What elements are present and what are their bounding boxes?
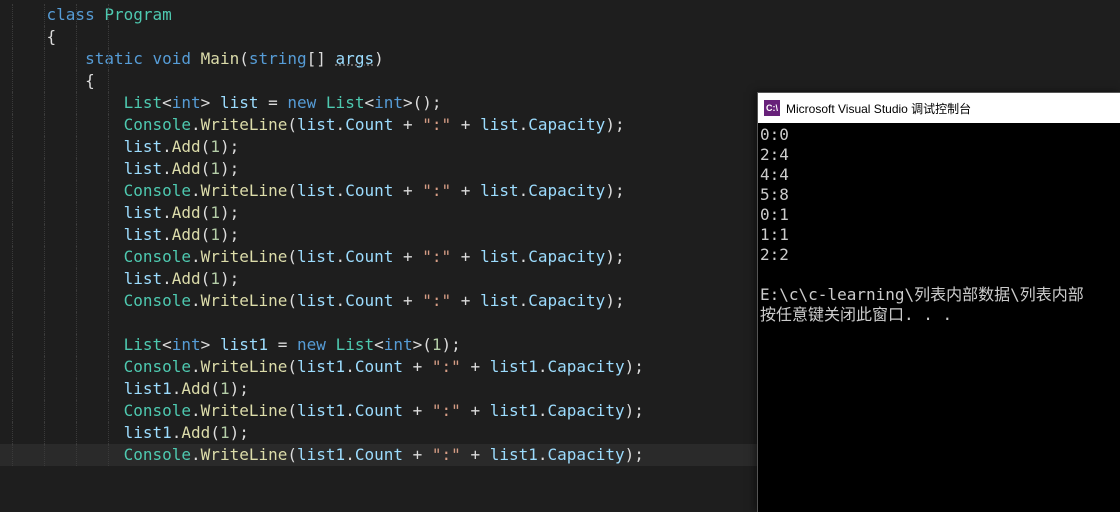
console-titlebar[interactable]: C:\ Microsoft Visual Studio 调试控制台: [758, 93, 1120, 123]
console-output[interactable]: 0:0 2:4 4:4 5:8 0:1 1:1 2:2 E:\c\c-learn…: [758, 123, 1120, 327]
code-line[interactable]: {: [0, 70, 1120, 92]
vs-icon: C:\: [764, 100, 780, 116]
debug-console-window: C:\ Microsoft Visual Studio 调试控制台 0:0 2:…: [757, 92, 1120, 512]
code-line[interactable]: {: [0, 26, 1120, 48]
code-line[interactable]: static void Main(string[] args): [0, 48, 1120, 70]
console-title: Microsoft Visual Studio 调试控制台: [786, 100, 971, 117]
code-line[interactable]: class Program: [0, 4, 1120, 26]
